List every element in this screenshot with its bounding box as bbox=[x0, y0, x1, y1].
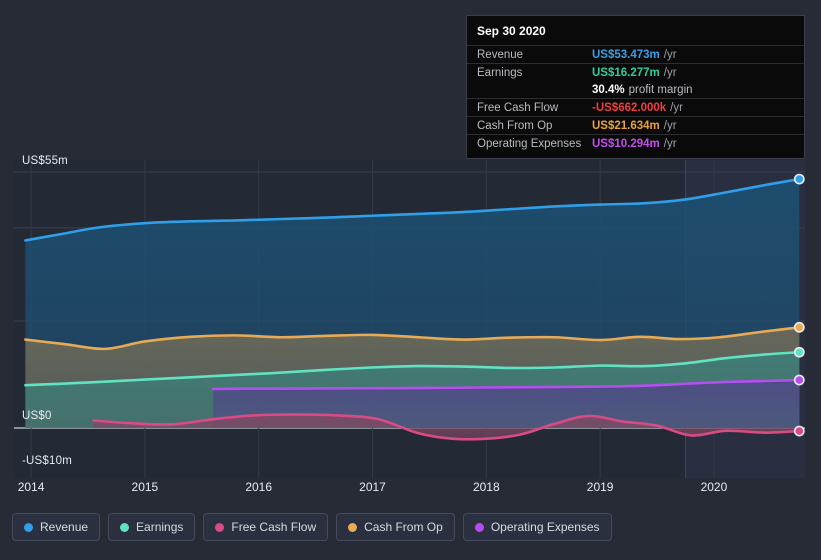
legend-item-earnings[interactable]: Earnings bbox=[108, 513, 196, 541]
y-axis-tick-label: US$0 bbox=[22, 410, 52, 422]
chart-legend: Revenue Earnings Free Cash Flow Cash From O… bbox=[12, 513, 612, 541]
tooltip-row-unit: /yr bbox=[663, 67, 677, 79]
x-axis-tick-label: 2017 bbox=[359, 480, 386, 494]
tooltip-row-label: Cash From Op bbox=[477, 120, 553, 132]
tooltip-row-value: US$10.294m bbox=[592, 138, 660, 150]
x-axis-tick-label: 2020 bbox=[700, 480, 728, 494]
y-axis-tick-label: US$55m bbox=[22, 155, 68, 167]
tooltip-row-label: Operating Expenses bbox=[477, 138, 582, 150]
legend-color-swatch-icon bbox=[120, 522, 130, 532]
legend-color-swatch-icon bbox=[474, 522, 484, 532]
tooltip-row: Cash From Op US$21.634m/yr bbox=[467, 116, 804, 134]
y-axis-tick-label: -US$10m bbox=[22, 455, 72, 467]
tooltip-row-value-group: US$10.294m/yr bbox=[592, 138, 677, 150]
legend-item-revenue[interactable]: Revenue bbox=[12, 513, 101, 541]
tooltip-row: Earnings US$16.277m/yr bbox=[467, 63, 804, 81]
x-axis-tick-label: 2019 bbox=[586, 480, 614, 494]
legend-item-cash-from-op[interactable]: Cash From Op bbox=[336, 513, 455, 541]
legend-color-swatch-icon bbox=[215, 522, 225, 532]
tooltip-row-value: 30.4% bbox=[592, 84, 625, 96]
legend-item-label: Operating Expenses bbox=[490, 520, 600, 534]
tooltip-row: 30.4% profit margin bbox=[467, 81, 804, 98]
tooltip-row-unit: /yr bbox=[663, 49, 677, 61]
tooltip-row-value-group: 30.4% profit margin bbox=[592, 84, 693, 96]
tooltip-row: Operating Expenses US$10.294m/yr bbox=[467, 134, 804, 152]
x-axis-tick-label: 2014 bbox=[17, 480, 45, 494]
legend-color-swatch-icon bbox=[348, 522, 358, 532]
legend-item-label: Free Cash Flow bbox=[231, 520, 317, 534]
x-axis-tick-label: 2018 bbox=[472, 480, 500, 494]
tooltip-row-value: US$53.473m bbox=[592, 49, 660, 61]
legend-color-swatch-icon bbox=[24, 522, 33, 532]
tooltip-row-value: US$16.277m bbox=[592, 67, 660, 79]
tooltip-rows: Revenue US$53.473m/yr Earnings US$16.277m/y… bbox=[467, 45, 804, 152]
tooltip-row-unit: /yr bbox=[670, 102, 683, 114]
tooltip-row-value-group: US$53.473m/yr bbox=[592, 49, 677, 61]
tooltip-date: Sep 30 2020 bbox=[477, 24, 546, 38]
tooltip-row-unit: /yr bbox=[663, 138, 677, 150]
legend-item-free-cash-flow[interactable]: Free Cash Flow bbox=[203, 513, 329, 541]
tooltip-row-label: Earnings bbox=[477, 67, 523, 79]
tooltip-row-unit: /yr bbox=[663, 120, 677, 132]
legend-item-label: Cash From Op bbox=[364, 520, 443, 534]
chart-tooltip: Sep 30 2020 Revenue US$53.473m/yr Earnings… bbox=[466, 15, 805, 159]
tooltip-row-value-group: -US$662.000k/yr bbox=[592, 102, 683, 114]
tooltip-row-subtext: profit margin bbox=[628, 84, 693, 96]
legend-item-operating-expenses[interactable]: Operating Expenses bbox=[462, 513, 612, 541]
tooltip-row-label: Revenue bbox=[477, 49, 524, 61]
tooltip-row-value: -US$662.000k bbox=[592, 102, 667, 114]
legend-item-label: Earnings bbox=[136, 520, 184, 534]
tooltip-row-label: Free Cash Flow bbox=[477, 102, 559, 114]
x-axis-tick-label: 2015 bbox=[131, 480, 159, 494]
x-axis-tick-label: 2016 bbox=[245, 480, 273, 494]
legend-item-label: Revenue bbox=[40, 520, 89, 534]
tooltip-row: Revenue US$53.473m/yr bbox=[467, 45, 804, 63]
tooltip-row-value: US$21.634m bbox=[592, 120, 660, 132]
tooltip-row-value-group: US$21.634m/yr bbox=[592, 120, 677, 132]
tooltip-row-value-group: US$16.277m/yr bbox=[592, 67, 677, 79]
tooltip-row: Free Cash Flow -US$662.000k/yr bbox=[467, 98, 804, 116]
